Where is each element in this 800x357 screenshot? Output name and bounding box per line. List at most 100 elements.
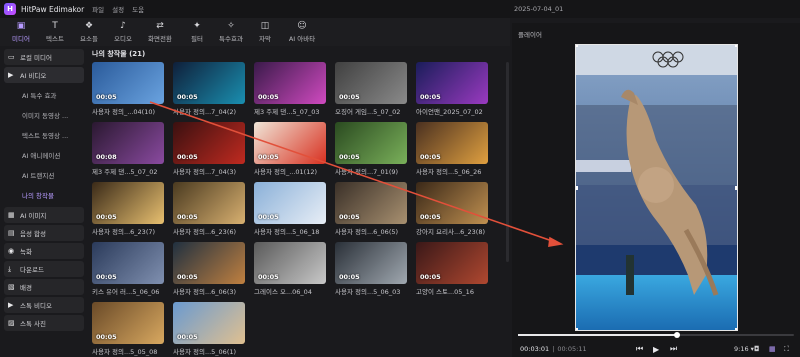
media-tile[interactable]: 00:05 제3 주제 댄...5_07_03 [254, 62, 326, 116]
tab-elements[interactable]: ❖ 요소들 [72, 19, 106, 45]
sidebar-group-folder[interactable]: ▭ 로컬 미디어 [4, 49, 84, 65]
sidebar-group-record[interactable]: ◉ 녹화 [4, 243, 84, 259]
tab-transition[interactable]: ⇄ 화면전환 [140, 19, 180, 45]
fullscreen-icon[interactable]: ⛶ [784, 345, 789, 354]
sidebar-item[interactable]: AI 특수 효과 [4, 85, 84, 105]
media-thumbnail[interactable]: 00:05 [416, 242, 488, 284]
media-thumbnail[interactable]: 00:05 [254, 242, 326, 284]
aspect-ratio-select[interactable]: 9:16 ▾ [734, 345, 754, 353]
sidebar-group-stock-photo[interactable]: ▨ 스톡 사진 [4, 315, 84, 331]
crop-handle-top-right[interactable] [735, 45, 737, 47]
media-thumbnail[interactable]: 00:05 [173, 302, 245, 344]
tab-media[interactable]: ▣ 미디어 [4, 19, 38, 45]
media-tile[interactable]: 00:05 사용자 정의_...01(12) [254, 122, 326, 176]
tab-audio[interactable]: ♪ 오디오 [106, 19, 140, 45]
video-preview[interactable] [575, 44, 738, 331]
media-tile[interactable]: 00:05 사용자 정의...6_23(6) [173, 182, 245, 236]
media-tile[interactable]: 00:05 아이언맨_2025_07_02 [416, 62, 488, 116]
sidebar-group-stock-video[interactable]: ▶ 스톡 비디오 [4, 297, 84, 313]
previous-frame-icon[interactable]: ⏮ [636, 344, 643, 354]
sidebar-group-background[interactable]: ▧ 배경 [4, 279, 84, 295]
player-panel: 플레이어 00:03:01 | 00:05:11 ⏮ ▶ ⏭ 9:16 ▾ ◘ … [512, 23, 800, 357]
media-duration: 00:05 [258, 93, 279, 101]
media-tile[interactable]: 00:05 사용자 정의...5_06_03 [335, 242, 407, 296]
media-tile[interactable]: 00:05 사용자 정의...5_05_08 [92, 302, 164, 356]
media-thumbnail[interactable]: 00:05 [173, 242, 245, 284]
sidebar-item[interactable]: AI 애니메이션 [4, 145, 84, 165]
media-thumbnail[interactable]: 00:05 [416, 62, 488, 104]
crop-handle-bottom-left[interactable] [576, 328, 578, 330]
stock-video-icon: ▶ [8, 300, 14, 309]
sidebar-item[interactable]: AI 트랜지션 [4, 165, 84, 185]
media-thumbnail[interactable]: 00:08 [92, 122, 164, 164]
media-tile[interactable]: 00:05 그레이스 오...06_04 [254, 242, 326, 296]
crop-handle-bottom-right[interactable] [735, 328, 737, 330]
media-thumbnail[interactable]: 00:05 [416, 182, 488, 224]
tab-filter[interactable]: ✦ 필터 [180, 19, 214, 45]
media-tile[interactable]: 00:05 사용자 정의...5_06_26 [416, 122, 488, 176]
tab-effects[interactable]: ✧ 특수효과 [214, 19, 248, 45]
play-icon[interactable]: ▶ [653, 345, 659, 354]
progress-knob[interactable] [673, 332, 680, 338]
media-tile[interactable]: 00:05 사용자 정의...5_06_18 [254, 182, 326, 236]
media-tile[interactable]: 00:05 오징어 게임...5_07_02 [335, 62, 407, 116]
sidebar-item[interactable]: 나의 창작물 [4, 185, 84, 205]
media-thumbnail[interactable]: 00:05 [416, 122, 488, 164]
crop-handle-right[interactable] [735, 186, 737, 190]
tab-subtitle[interactable]: ◫ 자막 [248, 19, 282, 45]
sidebar-item[interactable]: 텍스트 동영상 ... [4, 125, 84, 145]
toolbar-label: AI 아바타 [288, 34, 316, 43]
media-tile[interactable]: 00:05 사용자 정의_...04(10) [92, 62, 164, 116]
media-tile[interactable]: 00:05 사용자 정의...5_06(1) [173, 302, 245, 356]
media-tile[interactable]: 00:08 제3 주제 댄...5_07_02 [92, 122, 164, 176]
media-tile[interactable]: 00:05 사용자 정의...6_06(3) [173, 242, 245, 296]
media-duration: 00:05 [420, 273, 441, 281]
crop-handle-left[interactable] [576, 186, 578, 190]
next-frame-icon[interactable]: ⏭ [670, 344, 677, 354]
library-scrollbar[interactable] [506, 62, 509, 262]
sidebar-group-download[interactable]: ⤓ 다운로드 [4, 261, 84, 277]
sidebar-item[interactable]: 이미지 동영상 ... [4, 105, 84, 125]
media-thumbnail[interactable]: 00:05 [335, 182, 407, 224]
snapshot-icon[interactable]: ◘ [754, 345, 760, 353]
media-thumbnail[interactable]: 00:05 [92, 62, 164, 104]
media-thumbnail[interactable]: 00:05 [254, 62, 326, 104]
media-toolbar: ▣ 미디어 T 텍스트 ❖ 요소들 ♪ 오디오 ⇄ 화면전환 ✦ 필터 ✧ 특수효과 ◫ 자막 ☺ AI 아바타 [0, 18, 510, 46]
media-thumbnail[interactable]: 00:05 [254, 122, 326, 164]
media-thumbnail[interactable]: 00:05 [92, 302, 164, 344]
tab-ai-avatar[interactable]: ☺ AI 아바타 [282, 19, 322, 45]
player-controls: 00:03:01 | 00:05:11 ⏮ ▶ ⏭ 9:16 ▾ ◘ ▦ ⛶ [512, 341, 800, 357]
crop-handle-top-left[interactable] [576, 45, 578, 47]
media-thumbnail[interactable]: 00:05 [92, 182, 164, 224]
media-thumbnail[interactable]: 00:05 [173, 122, 245, 164]
menu-file[interactable]: 파일 [92, 4, 104, 14]
media-tile[interactable]: 00:05 사용자 정의...7_04(2) [173, 62, 245, 116]
menu-settings[interactable]: 설정 [112, 4, 124, 14]
sidebar-group-ai-image[interactable]: ▦ AI 이미지 [4, 207, 84, 223]
media-tile[interactable]: 00:05 사용자 정의...6_06(5) [335, 182, 407, 236]
effects-icon: ✧ [227, 20, 235, 31]
menu-help[interactable]: 도움 [132, 4, 144, 14]
tab-text[interactable]: T 텍스트 [38, 19, 72, 45]
media-duration: 00:05 [96, 273, 117, 281]
media-thumbnail[interactable]: 00:05 [173, 182, 245, 224]
media-caption: 사용자 정의...7_01(9) [335, 168, 399, 176]
media-thumbnail[interactable]: 00:05 [92, 242, 164, 284]
media-tile[interactable]: 00:05 고양이 스토...05_16 [416, 242, 488, 296]
media-thumbnail[interactable]: 00:05 [335, 122, 407, 164]
media-tile[interactable]: 00:05 사용자 정의...7_04(3) [173, 122, 245, 176]
sidebar-group-tts[interactable]: ▤ 음성 합성 [4, 225, 84, 241]
media-tile[interactable]: 00:05 사용자 정의...7_01(9) [335, 122, 407, 176]
media-tile[interactable]: 00:05 강아지 요리사...6_23(8) [416, 182, 488, 236]
grid-view-icon[interactable]: ▦ [769, 345, 776, 353]
media-thumbnail[interactable]: 00:05 [254, 182, 326, 224]
media-caption: 제3 주제 댄...5_07_02 [92, 168, 158, 176]
media-thumbnail[interactable]: 00:05 [335, 62, 407, 104]
sidebar-group-ai-video[interactable]: ▶ AI 비디오 [4, 67, 84, 83]
media-thumbnail[interactable]: 00:05 [173, 62, 245, 104]
media-duration: 00:08 [96, 153, 117, 161]
media-thumbnail[interactable]: 00:05 [335, 242, 407, 284]
media-tile[interactable]: 00:05 사용자 정의...6_23(7) [92, 182, 164, 236]
playback-progress[interactable] [518, 332, 794, 338]
media-tile[interactable]: 00:05 키스 유어 러...5_06_06 [92, 242, 164, 296]
